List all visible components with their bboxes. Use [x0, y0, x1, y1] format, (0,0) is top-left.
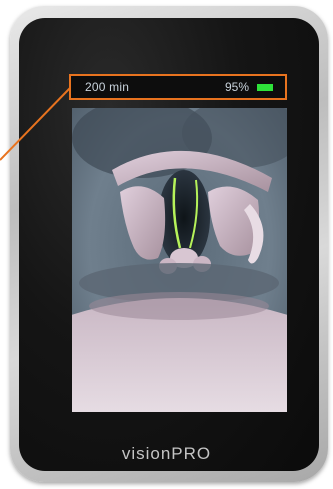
- callout-leader: [0, 87, 71, 161]
- product-image: 200 min 95% visionPRO: [0, 0, 333, 489]
- callout-line: [0, 87, 71, 161]
- brand-logo-text: visionPRO: [121, 444, 212, 463]
